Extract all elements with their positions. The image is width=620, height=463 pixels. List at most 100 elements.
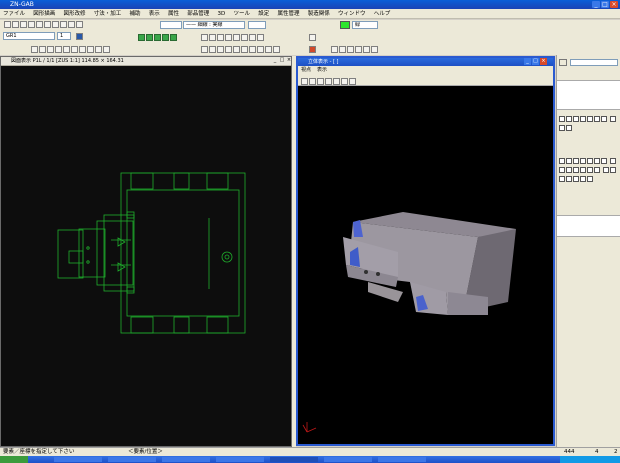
palette-p-icon[interactable] bbox=[609, 166, 616, 173]
osnap-icon[interactable] bbox=[161, 33, 169, 41]
polar-icon[interactable] bbox=[169, 33, 177, 41]
palette-e-icon[interactable] bbox=[586, 157, 593, 164]
palette-lock-icon[interactable] bbox=[558, 124, 565, 131]
number-combo[interactable]: 1 bbox=[57, 32, 71, 40]
palette-cross-icon[interactable] bbox=[572, 115, 579, 122]
palette-check-icon[interactable] bbox=[559, 59, 567, 66]
copy-icon[interactable] bbox=[43, 20, 51, 28]
offset-icon[interactable] bbox=[232, 45, 240, 53]
zoom-out-icon[interactable] bbox=[54, 45, 62, 53]
menu-window[interactable]: ウィンドウ bbox=[335, 9, 369, 19]
palette-rect-icon[interactable] bbox=[558, 115, 565, 122]
fit-view-icon[interactable] bbox=[324, 77, 332, 85]
palette-d-icon[interactable] bbox=[579, 157, 586, 164]
arc-icon[interactable] bbox=[240, 33, 248, 41]
save-icon[interactable] bbox=[19, 20, 27, 28]
fillet-icon[interactable] bbox=[216, 45, 224, 53]
wire-view-icon[interactable] bbox=[340, 77, 348, 85]
rotate-icon[interactable] bbox=[264, 45, 272, 53]
palette-s-icon[interactable] bbox=[572, 175, 579, 182]
drawing-max-button[interactable]: □ bbox=[279, 57, 285, 64]
menu-dimension[interactable]: 寸法・加工 bbox=[91, 9, 125, 19]
copy-tool-icon[interactable] bbox=[256, 45, 264, 53]
menu-attribute[interactable]: 属性 bbox=[165, 9, 182, 19]
extend-icon[interactable] bbox=[208, 45, 216, 53]
layer-view-icon[interactable] bbox=[86, 45, 94, 53]
palette-eye-icon[interactable] bbox=[609, 115, 616, 122]
taskbar-item-1[interactable] bbox=[54, 457, 102, 462]
pointer-icon[interactable] bbox=[308, 33, 316, 41]
menu-draw[interactable]: 図形描画 bbox=[30, 9, 58, 19]
measure-icon[interactable] bbox=[94, 45, 102, 53]
view3d-menu-display[interactable]: 表示 bbox=[314, 67, 330, 73]
shade-view-icon[interactable] bbox=[332, 77, 340, 85]
menu-file[interactable]: ファイル bbox=[0, 9, 28, 19]
zoom-in-icon[interactable] bbox=[46, 45, 54, 53]
linetype-combo[interactable] bbox=[160, 21, 182, 29]
dim-a-icon[interactable] bbox=[346, 45, 354, 53]
palette-t-icon[interactable] bbox=[579, 175, 586, 182]
trim-icon[interactable] bbox=[200, 45, 208, 53]
palette-r-icon[interactable] bbox=[565, 175, 572, 182]
mirror-icon[interactable] bbox=[240, 45, 248, 53]
line-combo[interactable]: —— 細線 : 実線 bbox=[183, 21, 245, 29]
palette-f-icon[interactable] bbox=[593, 157, 600, 164]
palette-m-icon[interactable] bbox=[586, 166, 593, 173]
cad-drawing-canvas[interactable] bbox=[1, 65, 291, 446]
vline-icon[interactable] bbox=[224, 33, 232, 41]
palette-g-icon[interactable] bbox=[600, 157, 607, 164]
palette-i-icon[interactable] bbox=[558, 166, 565, 173]
dim-v-icon[interactable] bbox=[338, 45, 346, 53]
palette-n-icon[interactable] bbox=[593, 166, 600, 173]
undo-icon[interactable] bbox=[67, 20, 75, 28]
palette-circle-icon[interactable] bbox=[593, 115, 600, 122]
rect-icon[interactable] bbox=[248, 33, 256, 41]
view3d-close-button[interactable]: × bbox=[540, 58, 547, 65]
chamfer-icon[interactable] bbox=[224, 45, 232, 53]
palette-h-icon[interactable] bbox=[609, 157, 616, 164]
check-icon[interactable] bbox=[208, 33, 216, 41]
palette-tri2-icon[interactable] bbox=[565, 124, 572, 131]
view3d-menu-viewpoint[interactable]: 視点 bbox=[298, 67, 314, 73]
taskbar-item-2[interactable] bbox=[108, 457, 156, 462]
pan-icon[interactable] bbox=[62, 45, 70, 53]
layer-icon[interactable] bbox=[75, 33, 83, 40]
redo-icon[interactable] bbox=[75, 20, 83, 28]
layer-combo[interactable]: GR1 bbox=[3, 32, 55, 40]
menu-tools[interactable]: ツール bbox=[230, 9, 253, 19]
palette-k-icon[interactable] bbox=[572, 166, 579, 173]
slash-icon[interactable] bbox=[232, 33, 240, 41]
pen-combo[interactable] bbox=[248, 21, 266, 29]
palette-box-icon[interactable] bbox=[579, 115, 586, 122]
palette-a-icon[interactable] bbox=[558, 157, 565, 164]
color-combo[interactable]: 緑 bbox=[352, 21, 378, 29]
line-tool-icon[interactable] bbox=[200, 33, 208, 41]
taskbar-item-7[interactable] bbox=[378, 457, 426, 462]
palette-o-icon[interactable] bbox=[602, 166, 609, 173]
dim-d-icon[interactable] bbox=[362, 45, 370, 53]
taskbar-item-4[interactable] bbox=[216, 457, 264, 462]
taskbar-item-active[interactable] bbox=[270, 457, 318, 462]
close-button[interactable]: × bbox=[610, 1, 618, 8]
info-icon[interactable] bbox=[102, 45, 110, 53]
scale-icon[interactable] bbox=[272, 45, 280, 53]
palette-b-icon[interactable] bbox=[565, 157, 572, 164]
drawing-min-button[interactable]: _ bbox=[272, 57, 278, 64]
paste-icon[interactable] bbox=[51, 20, 59, 28]
new-icon[interactable] bbox=[3, 20, 11, 28]
menu-view[interactable]: 表示 bbox=[146, 9, 163, 19]
menu-parts[interactable]: 部品管理 bbox=[184, 9, 212, 19]
color-swatch[interactable] bbox=[340, 21, 350, 29]
snap-icon[interactable] bbox=[137, 33, 145, 41]
open-icon[interactable] bbox=[11, 20, 19, 28]
circle-icon[interactable] bbox=[256, 33, 264, 41]
menu-aux[interactable]: 補助 bbox=[127, 9, 144, 19]
dim-h-icon[interactable] bbox=[330, 45, 338, 53]
palette-tri-icon[interactable] bbox=[565, 115, 572, 122]
red-tool-icon[interactable] bbox=[308, 45, 316, 53]
minimize-button[interactable]: _ bbox=[592, 1, 600, 8]
start-button[interactable] bbox=[0, 456, 28, 463]
menu-manufacture[interactable]: 製造関係 bbox=[305, 9, 333, 19]
menu-attr-manage[interactable]: 属性管理 bbox=[274, 9, 302, 19]
rotate-view-icon[interactable] bbox=[300, 77, 308, 85]
